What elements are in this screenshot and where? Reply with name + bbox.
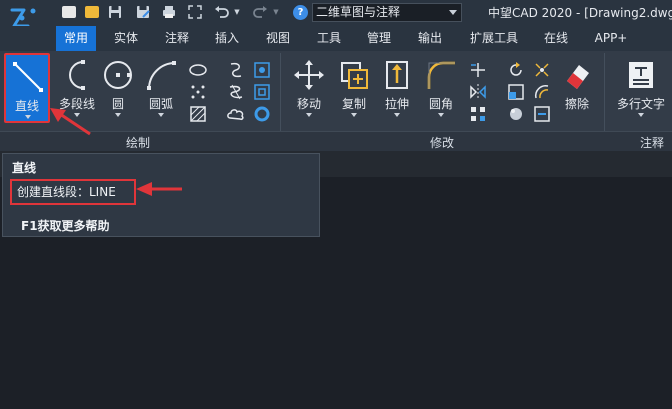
print-icon[interactable] xyxy=(162,3,176,21)
fillet-button[interactable]: 圆角 xyxy=(417,53,465,123)
tooltip-help: F1获取更多帮助 xyxy=(21,219,110,233)
circle-icon xyxy=(104,61,132,89)
line-button[interactable]: 直线 xyxy=(4,53,50,123)
circle-button-label: 圆 xyxy=(111,97,124,111)
rotate-icon[interactable] xyxy=(506,60,526,80)
stretch-dropdown-icon[interactable] xyxy=(394,113,400,117)
tab-online[interactable]: 在线 xyxy=(536,26,576,51)
title-bar: ▼ ▼ ? 二维草图与注释 中望CAD 2020 - [Drawing2.dwg… xyxy=(0,0,672,28)
helix-icon[interactable] xyxy=(226,82,246,102)
mtext-button-label: 多行文字 xyxy=(616,97,665,111)
fillet-icon xyxy=(427,61,455,89)
save-icon[interactable] xyxy=(108,3,122,21)
fullscreen-icon[interactable] xyxy=(188,3,202,21)
copy-dropdown-icon[interactable] xyxy=(351,113,357,117)
fillet-dropdown-icon[interactable] xyxy=(438,113,444,117)
ribbon-group-labels: 绘制 修改 注释 xyxy=(0,131,672,151)
annotation-arrow-icon xyxy=(50,108,91,136)
mtext-button[interactable]: 多行文字 xyxy=(614,53,668,123)
tab-view[interactable]: 视图 xyxy=(258,26,298,51)
window-title: 中望CAD 2020 - [Drawing2.dwg] xyxy=(488,6,672,20)
stretch-button-label: 拉伸 xyxy=(384,97,409,111)
tab-annotate[interactable]: 注释 xyxy=(157,26,197,51)
mirror-icon[interactable] xyxy=(468,82,488,102)
copy-button[interactable]: 复制 xyxy=(330,53,378,123)
explode-icon[interactable] xyxy=(532,60,552,80)
offset-icon[interactable] xyxy=(532,82,552,102)
group-label-annotate: 注释 xyxy=(640,136,665,150)
mtext-dropdown-icon[interactable] xyxy=(638,113,644,117)
erase-button[interactable]: 擦除 xyxy=(553,53,601,123)
workspace-label: 二维草图与注释 xyxy=(316,5,401,19)
circle-button[interactable]: 圆 xyxy=(94,53,142,123)
move-icon xyxy=(294,60,324,90)
tab-manage[interactable]: 管理 xyxy=(359,26,399,51)
chevron-down-icon xyxy=(449,10,457,15)
donut-icon[interactable] xyxy=(252,104,272,124)
tab-solid[interactable]: 实体 xyxy=(106,26,146,51)
break-icon[interactable] xyxy=(506,104,526,124)
fillet-button-label: 圆角 xyxy=(428,97,453,111)
move-button[interactable]: 移动 xyxy=(285,53,333,123)
tab-extension-tools[interactable]: 扩展工具 xyxy=(462,26,526,51)
hatch-icon[interactable] xyxy=(188,104,208,124)
mtext-icon xyxy=(629,62,653,88)
redo-dropdown-icon[interactable]: ▼ xyxy=(272,3,280,21)
polyline-icon xyxy=(69,60,85,90)
trim-icon[interactable] xyxy=(468,60,488,80)
ribbon-tab-bar: 常用 实体 注释 插入 视图 工具 管理 输出 扩展工具 在线 APP+ xyxy=(0,26,672,51)
arc-dropdown-icon[interactable] xyxy=(158,113,164,117)
line-dropdown-icon[interactable] xyxy=(25,115,31,119)
stretch-icon xyxy=(386,61,408,89)
stretch-button[interactable]: 拉伸 xyxy=(373,53,421,123)
arc-button[interactable]: 圆弧 xyxy=(137,53,185,123)
line-button-label: 直线 xyxy=(14,99,39,113)
workspace-select[interactable]: 二维草图与注释 xyxy=(312,3,462,22)
tab-app-plus[interactable]: APP+ xyxy=(587,26,635,51)
arc-icon xyxy=(147,61,176,90)
region-icon[interactable] xyxy=(252,60,272,80)
spline-icon[interactable] xyxy=(226,60,246,80)
copy-button-label: 复制 xyxy=(341,97,366,111)
undo-dropdown-icon[interactable]: ▼ xyxy=(233,3,241,21)
tooltip-description: 创建直线段：LINE xyxy=(10,179,136,205)
group-label-draw: 绘制 xyxy=(126,136,151,150)
eraser-icon xyxy=(567,65,589,89)
tooltip-title: 直线 xyxy=(12,161,37,175)
undo-icon[interactable] xyxy=(214,3,230,21)
tab-home[interactable]: 常用 xyxy=(56,26,96,51)
join-icon[interactable] xyxy=(532,104,552,124)
tab-insert[interactable]: 插入 xyxy=(207,26,247,51)
new-file-icon[interactable] xyxy=(62,6,76,18)
tab-output[interactable]: 输出 xyxy=(410,26,450,51)
open-folder-icon[interactable] xyxy=(85,6,99,18)
arc-button-label: 圆弧 xyxy=(148,97,173,111)
erase-button-label: 擦除 xyxy=(564,97,589,111)
help-icon[interactable]: ? xyxy=(293,5,308,20)
copy-icon xyxy=(341,62,368,89)
move-dropdown-icon[interactable] xyxy=(306,113,312,117)
circle-dropdown-icon[interactable] xyxy=(115,113,121,117)
line-icon xyxy=(13,62,43,92)
save-as-icon[interactable] xyxy=(136,3,150,21)
point-icon[interactable] xyxy=(188,82,208,102)
tab-tools[interactable]: 工具 xyxy=(309,26,349,51)
ellipse-icon[interactable] xyxy=(188,60,208,80)
revcloud-icon[interactable] xyxy=(226,104,246,124)
move-button-label: 移动 xyxy=(296,97,321,111)
scale-icon[interactable] xyxy=(506,82,526,102)
redo-icon[interactable] xyxy=(252,3,268,21)
annotation-arrow-icon xyxy=(136,182,182,196)
array-icon[interactable] xyxy=(468,104,488,124)
boundary-icon[interactable] xyxy=(252,82,272,102)
group-label-modify: 修改 xyxy=(430,136,455,150)
